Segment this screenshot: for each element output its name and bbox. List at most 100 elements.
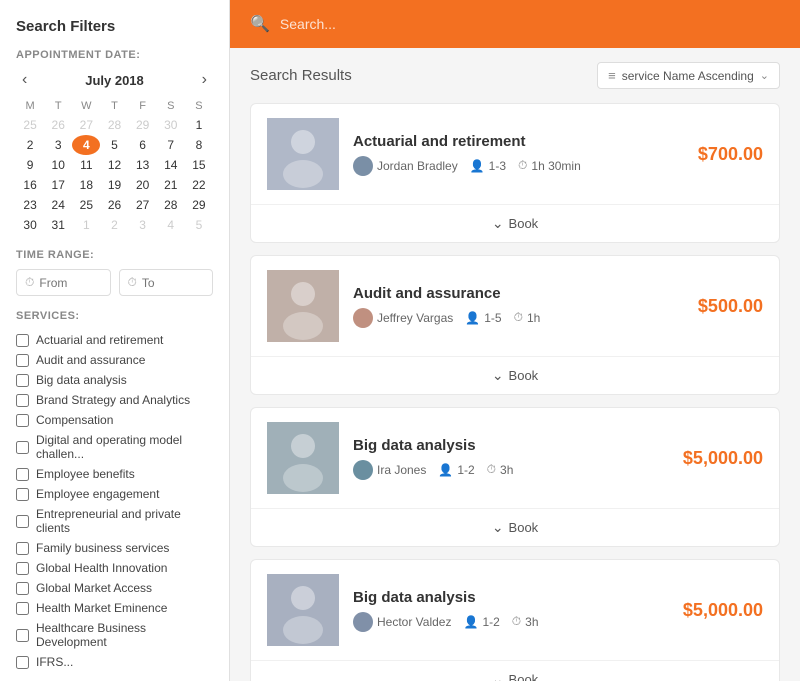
service-checkbox[interactable] (16, 488, 29, 501)
calendar-day[interactable]: 1 (185, 115, 213, 135)
service-label: Compensation (36, 413, 113, 427)
service-checkbox[interactable] (16, 468, 29, 481)
card-info: Big data analysisIra Jones👤1-2⏱3h (353, 437, 669, 480)
service-checkbox[interactable] (16, 542, 29, 555)
service-list-item[interactable]: Digital and operating model challen... (16, 430, 213, 464)
service-list-item[interactable]: Employee benefits (16, 464, 213, 484)
service-checkbox[interactable] (16, 394, 29, 407)
calendar-day[interactable]: 2 (100, 215, 128, 235)
calendar-day[interactable]: 4 (157, 215, 185, 235)
calendar-day[interactable]: 26 (100, 195, 128, 215)
calendar-day[interactable]: 27 (72, 115, 100, 135)
service-checkbox[interactable] (16, 334, 29, 347)
calendar-day[interactable]: 26 (44, 115, 72, 135)
calendar-day[interactable]: 17 (44, 175, 72, 195)
book-button[interactable]: ⌄ Book (267, 215, 763, 232)
calendar-day-header: T (44, 97, 72, 115)
book-button[interactable]: ⌄ Book (267, 367, 763, 384)
calendar-day[interactable]: 29 (129, 115, 157, 135)
service-list-item[interactable]: Global Market Access (16, 578, 213, 598)
calendar-day[interactable]: 15 (185, 155, 213, 175)
service-checkbox[interactable] (16, 374, 29, 387)
service-list-item[interactable]: Health Market Eminence (16, 598, 213, 618)
calendar-day[interactable]: 8 (185, 135, 213, 155)
service-checkbox[interactable] (16, 354, 29, 367)
service-checkbox[interactable] (16, 629, 29, 642)
card-price: $5,000.00 (683, 448, 763, 469)
calendar-day[interactable]: 3 (44, 135, 72, 155)
service-checkbox[interactable] (16, 562, 29, 575)
book-button[interactable]: ⌄ Book (267, 671, 763, 681)
avatar (353, 460, 373, 480)
calendar-day[interactable]: 21 (157, 175, 185, 195)
calendar-day[interactable]: 28 (100, 115, 128, 135)
calendar-day[interactable]: 30 (157, 115, 185, 135)
calendar-day[interactable]: 23 (16, 195, 44, 215)
sort-label: service Name Ascending (622, 69, 754, 83)
calendar-prev-button[interactable]: ‹ (16, 69, 33, 91)
calendar-day[interactable]: 4 (72, 135, 100, 155)
calendar-day[interactable]: 5 (185, 215, 213, 235)
calendar-day[interactable]: 25 (72, 195, 100, 215)
service-checkbox[interactable] (16, 515, 29, 528)
service-list-item[interactable]: Employee engagement (16, 484, 213, 504)
card-info: Big data analysisHector Valdez👤1-2⏱3h (353, 589, 669, 632)
calendar-day[interactable]: 25 (16, 115, 44, 135)
calendar-day[interactable]: 18 (72, 175, 100, 195)
service-list-item[interactable]: Audit and assurance (16, 350, 213, 370)
service-checkbox[interactable] (16, 414, 29, 427)
card-footer: ⌄ Book (251, 356, 779, 394)
calendar-day[interactable]: 5 (100, 135, 128, 155)
card-price: $500.00 (698, 296, 763, 317)
from-time-input[interactable]: ⏱ (16, 269, 111, 296)
result-card: Audit and assuranceJeffrey Vargas👤1-5⏱1h… (250, 255, 780, 395)
service-list-item[interactable]: IFRS... (16, 652, 213, 672)
calendar-day[interactable]: 10 (44, 155, 72, 175)
service-checkbox[interactable] (16, 582, 29, 595)
sort-dropdown[interactable]: ≡ service Name Ascending ⌄ (597, 62, 780, 89)
from-input-field[interactable] (39, 276, 101, 290)
service-list-item[interactable]: Brand Strategy and Analytics (16, 390, 213, 410)
people-icon: 👤 (465, 311, 480, 325)
service-list-item[interactable]: Global Health Innovation (16, 558, 213, 578)
calendar-day[interactable]: 9 (16, 155, 44, 175)
calendar-day[interactable]: 30 (16, 215, 44, 235)
book-button[interactable]: ⌄ Book (267, 519, 763, 536)
service-list-item[interactable]: Entrepreneurial and private clients (16, 504, 213, 538)
calendar-day[interactable]: 14 (157, 155, 185, 175)
calendar-day[interactable]: 13 (129, 155, 157, 175)
service-list-item[interactable]: Compensation (16, 410, 213, 430)
calendar-day[interactable]: 29 (185, 195, 213, 215)
calendar-day[interactable]: 22 (185, 175, 213, 195)
calendar-day[interactable]: 28 (157, 195, 185, 215)
results-header: Search Results ≡ service Name Ascending … (250, 62, 780, 89)
calendar-day[interactable]: 11 (72, 155, 100, 175)
calendar-day[interactable]: 31 (44, 215, 72, 235)
service-checkbox[interactable] (16, 602, 29, 615)
capacity-item: 👤1-2 (438, 463, 474, 477)
calendar-day[interactable]: 3 (129, 215, 157, 235)
service-list-item[interactable]: Big data analysis (16, 370, 213, 390)
calendar-day[interactable]: 7 (157, 135, 185, 155)
calendar-day[interactable]: 12 (100, 155, 128, 175)
cards-container: Actuarial and retirementJordan Bradley👤1… (250, 103, 780, 681)
calendar-day[interactable]: 20 (129, 175, 157, 195)
calendar-day[interactable]: 16 (16, 175, 44, 195)
service-checkbox[interactable] (16, 441, 29, 454)
service-label: Global Health Innovation (36, 561, 167, 575)
calendar-day[interactable]: 1 (72, 215, 100, 235)
calendar-day[interactable]: 2 (16, 135, 44, 155)
service-list-item[interactable]: Actuarial and retirement (16, 330, 213, 350)
calendar-day[interactable]: 24 (44, 195, 72, 215)
to-time-input[interactable]: ⏱ (119, 269, 214, 296)
duration-value: 3h (525, 615, 538, 629)
to-input-field[interactable] (142, 276, 204, 290)
service-list-item[interactable]: Healthcare Business Development (16, 618, 213, 652)
calendar-day[interactable]: 19 (100, 175, 128, 195)
calendar-day[interactable]: 27 (129, 195, 157, 215)
calendar-day[interactable]: 6 (129, 135, 157, 155)
service-list-item[interactable]: Family business services (16, 538, 213, 558)
search-input[interactable] (280, 16, 780, 32)
service-checkbox[interactable] (16, 656, 29, 669)
calendar-next-button[interactable]: › (196, 69, 213, 91)
